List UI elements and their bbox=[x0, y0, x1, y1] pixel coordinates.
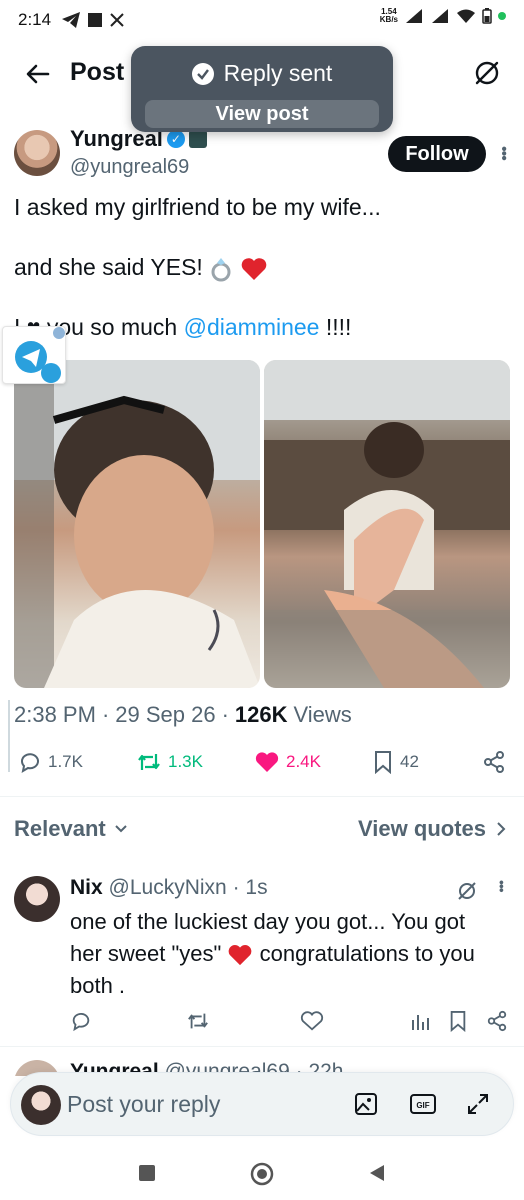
reply-display-name[interactable]: Nix bbox=[70, 876, 103, 899]
square-notification-icon bbox=[88, 13, 103, 27]
reply-composer: GIF bbox=[10, 1072, 514, 1136]
repost-icon[interactable] bbox=[186, 1010, 210, 1032]
repost-icon bbox=[138, 754, 160, 770]
check-circle-icon bbox=[191, 62, 214, 85]
post-photo-1[interactable] bbox=[14, 360, 260, 688]
reply-more-options-icon[interactable]: ••• bbox=[494, 880, 510, 892]
view-post-button[interactable]: View post bbox=[145, 100, 379, 128]
recents-button-icon[interactable] bbox=[136, 1162, 158, 1184]
page-title: Post bbox=[70, 58, 125, 86]
grok-icon[interactable] bbox=[456, 880, 478, 902]
verified-badge-icon: ✓ bbox=[166, 130, 185, 148]
reply-icon bbox=[21, 753, 39, 774]
reply-actions bbox=[0, 1010, 524, 1034]
ring-emoji-icon bbox=[211, 257, 231, 282]
avatar[interactable] bbox=[14, 130, 60, 176]
grok-icon[interactable] bbox=[472, 58, 502, 88]
like-button[interactable]: 2.4K bbox=[254, 750, 321, 774]
post-author-row: Yungreal ✓ @yungreal69 Follow ••• bbox=[0, 124, 524, 184]
reply-icon[interactable] bbox=[70, 1010, 92, 1032]
post-text-line-1: I asked my girlfriend to be my wife... bbox=[14, 194, 381, 220]
chevron-right-icon bbox=[497, 822, 506, 836]
system-nav-bar bbox=[0, 1148, 524, 1200]
reply-avatar[interactable] bbox=[14, 876, 60, 922]
svg-text:GIF: GIF bbox=[416, 1101, 429, 1110]
battery-icon bbox=[482, 8, 492, 24]
back-arrow-icon[interactable] bbox=[24, 60, 52, 88]
mention-link[interactable]: @diamminee bbox=[184, 314, 320, 340]
affiliate-badge-icon bbox=[188, 130, 207, 148]
heart-icon[interactable] bbox=[300, 1010, 324, 1032]
home-button-icon[interactable] bbox=[250, 1162, 274, 1186]
reply-header: Nix @LuckyNixn · 1s bbox=[70, 876, 268, 900]
post-text-line-2: and she said YES! bbox=[14, 254, 268, 282]
post-photo-2[interactable] bbox=[264, 360, 510, 688]
bookmark-icon bbox=[375, 751, 391, 774]
wifi-icon bbox=[457, 9, 475, 23]
gif-icon[interactable]: GIF bbox=[409, 1091, 437, 1117]
status-bar: 2:14 1.54 KB/s bbox=[0, 0, 524, 40]
expand-icon[interactable] bbox=[465, 1091, 491, 1117]
reply-button[interactable]: 1.7K bbox=[18, 750, 83, 774]
network-speed: 1.54 KB/s bbox=[379, 7, 398, 24]
chevron-down-icon bbox=[115, 825, 127, 833]
follow-button[interactable]: Follow bbox=[388, 136, 486, 172]
telegram-notification-icon bbox=[62, 12, 81, 28]
reply-sent-toast: Reply sent View post bbox=[131, 46, 393, 132]
post-meta: 2:38 PM · 29 Sep 26 · 126K Views bbox=[14, 702, 352, 727]
views-label: Views bbox=[293, 702, 352, 727]
view-quotes-link[interactable]: View quotes bbox=[358, 816, 506, 842]
analytics-icon[interactable] bbox=[410, 1010, 430, 1032]
reply-handle[interactable]: @LuckyNixn bbox=[109, 876, 227, 899]
signal-icon bbox=[406, 9, 422, 23]
share-icon[interactable] bbox=[486, 1010, 508, 1032]
bookmark-button[interactable]: 42 bbox=[372, 750, 419, 774]
toast-message: Reply sent bbox=[223, 60, 333, 86]
author-handle[interactable]: @yungreal69 bbox=[70, 156, 189, 179]
post-time: 2:38 PM bbox=[14, 702, 96, 727]
status-time: 2:14 bbox=[18, 10, 52, 29]
post-actions: 1.7K 1.3K 2.4K 42 bbox=[0, 750, 524, 780]
views-count: 126K bbox=[234, 702, 288, 727]
reply-text: one of the luckiest day you got... You g… bbox=[70, 909, 475, 998]
share-button[interactable] bbox=[482, 750, 506, 774]
share-icon bbox=[484, 751, 504, 773]
bookmark-icon[interactable] bbox=[448, 1010, 468, 1032]
x-notification-icon bbox=[110, 13, 124, 27]
signal-icon-2 bbox=[432, 9, 448, 23]
image-icon[interactable] bbox=[353, 1091, 379, 1117]
reply-time: · 1s bbox=[232, 876, 268, 899]
composer-avatar bbox=[21, 1085, 61, 1125]
reply-input[interactable] bbox=[67, 1091, 337, 1118]
red-heart-emoji-icon bbox=[241, 258, 266, 280]
repost-button[interactable]: 1.3K bbox=[136, 750, 203, 774]
battery-saver-dot-icon bbox=[498, 12, 506, 20]
heart-filled-icon bbox=[255, 752, 279, 772]
back-button-icon[interactable] bbox=[366, 1162, 388, 1184]
post-date: 29 Sep 26 bbox=[115, 702, 216, 727]
telegram-icon bbox=[15, 327, 65, 383]
sort-relevant-dropdown[interactable]: Relevant bbox=[14, 816, 128, 842]
more-options-icon[interactable]: ••• bbox=[495, 146, 512, 160]
floating-telegram-bubble[interactable] bbox=[2, 326, 66, 384]
red-heart-emoji-icon bbox=[229, 945, 252, 966]
